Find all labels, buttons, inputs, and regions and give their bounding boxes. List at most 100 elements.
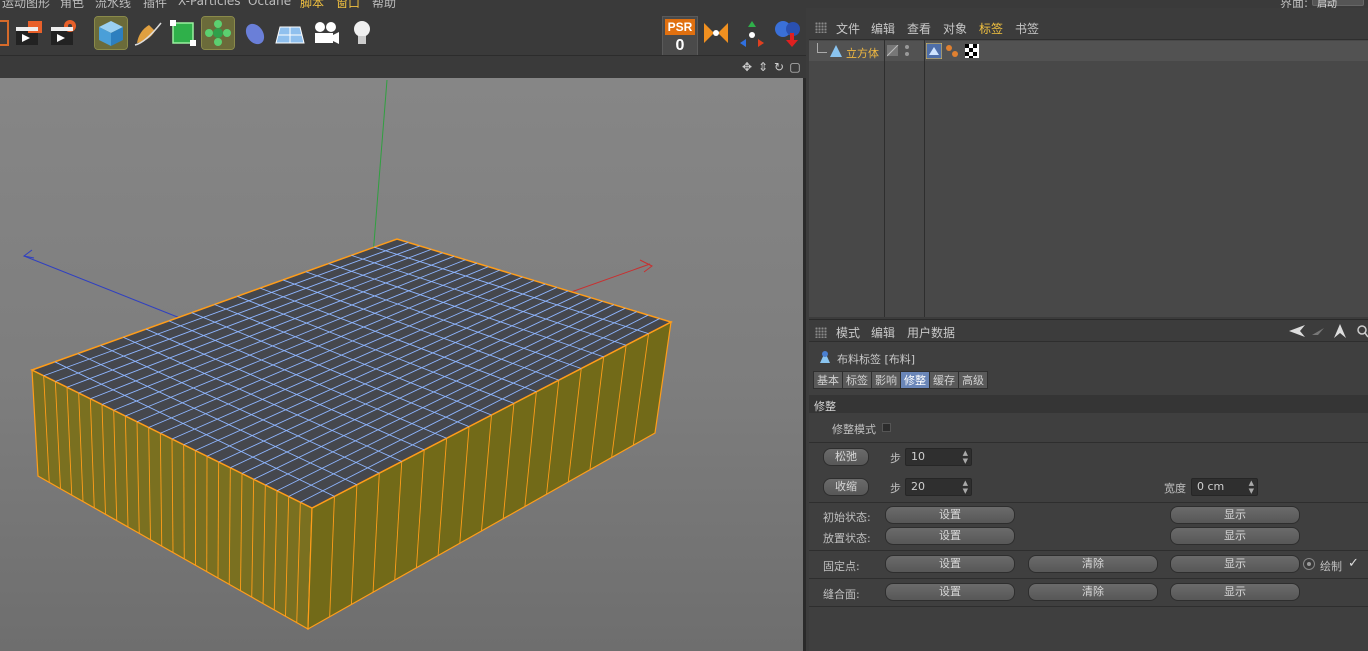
viewport-header: ✥ ⇕ ↻ ▢ bbox=[0, 55, 806, 78]
om-menu-view[interactable]: 查看 bbox=[907, 20, 931, 37]
attribute-tabs: 基本 标签 影响 修整 缓存 高级 bbox=[813, 371, 988, 389]
spinner-icon[interactable]: ▲ ▼ bbox=[963, 479, 968, 495]
object-manager-menu: 文件 编辑 查看 对象 标签 书签 bbox=[809, 15, 1368, 40]
seam-clear-button[interactable]: 清除 bbox=[1028, 583, 1158, 601]
subdivision-icon[interactable] bbox=[167, 17, 199, 49]
menu-mograph[interactable]: 运动图形 bbox=[2, 0, 50, 8]
relax-button[interactable]: 松弛 bbox=[823, 448, 869, 466]
side-edge-line bbox=[183, 444, 185, 559]
snap-icon[interactable] bbox=[700, 17, 732, 49]
x-axis bbox=[559, 263, 651, 297]
tab-influence[interactable]: 影响 bbox=[871, 371, 901, 389]
floor-icon[interactable] bbox=[274, 17, 306, 49]
viewport-3d[interactable] bbox=[0, 78, 806, 651]
menu-plugins[interactable]: 插件 bbox=[143, 0, 167, 8]
tab-basic[interactable]: 基本 bbox=[813, 371, 843, 389]
maximize-icon[interactable]: ▢ bbox=[788, 60, 802, 74]
render-view-icon[interactable] bbox=[12, 17, 44, 49]
dress-state-show-button[interactable]: 显示 bbox=[1170, 527, 1300, 545]
quantize-icon[interactable] bbox=[736, 17, 768, 49]
toolbar: PSR 0 bbox=[0, 8, 806, 57]
seam-polys-label: 缝合面: bbox=[823, 588, 860, 601]
init-state-label: 初始状态: bbox=[823, 511, 871, 524]
init-state-show-button[interactable]: 显示 bbox=[1170, 506, 1300, 524]
layout-label: 界面: bbox=[1280, 0, 1309, 8]
fix-points-set-button[interactable]: 设置 bbox=[885, 555, 1015, 573]
fix-points-show-button[interactable]: 显示 bbox=[1170, 555, 1300, 573]
object-manager: 文件 编辑 查看 对象 标签 书签 立方体 bbox=[809, 15, 1368, 317]
spinner-icon[interactable]: ▲ ▼ bbox=[963, 449, 968, 465]
section-header: 修整 bbox=[809, 395, 1368, 413]
forward-arrow-icon[interactable] bbox=[1310, 324, 1326, 338]
tab-dresser[interactable]: 修整 bbox=[900, 371, 930, 389]
om-menu-edit[interactable]: 编辑 bbox=[871, 20, 895, 37]
shrink-steps-input[interactable]: 20 ▲ ▼ bbox=[905, 478, 972, 496]
material-icon[interactable] bbox=[771, 17, 803, 49]
fix-points-label: 固定点: bbox=[823, 560, 860, 573]
cloth-tag-icon bbox=[820, 351, 830, 363]
width-label: 宽度 bbox=[1164, 482, 1186, 495]
menu-octane[interactable]: Octane bbox=[248, 0, 291, 8]
flags-column bbox=[885, 40, 925, 317]
name-column bbox=[809, 40, 885, 317]
back-arrow-icon[interactable] bbox=[1289, 324, 1309, 338]
om-menu-objects[interactable]: 对象 bbox=[943, 20, 967, 37]
shrink-steps-label: 步 bbox=[890, 482, 901, 495]
menu-script[interactable]: 脚本 bbox=[300, 0, 324, 8]
fix-points-clear-button[interactable]: 清除 bbox=[1028, 555, 1158, 573]
spinner-icon[interactable]: ▲ ▼ bbox=[1249, 479, 1254, 495]
panel-grip-icon[interactable] bbox=[815, 327, 827, 338]
menu-xparticles[interactable]: X-Particles bbox=[178, 0, 241, 8]
tab-expert[interactable]: 高级 bbox=[958, 371, 988, 389]
am-menu-mode[interactable]: 模式 bbox=[836, 324, 860, 341]
camera-icon[interactable] bbox=[310, 17, 342, 49]
draw-radio[interactable] bbox=[1303, 558, 1315, 570]
psr-label: PSR bbox=[665, 19, 695, 35]
pen-icon[interactable] bbox=[131, 17, 163, 49]
tab-cache[interactable]: 缓存 bbox=[929, 371, 959, 389]
am-menu-edit[interactable]: 编辑 bbox=[871, 324, 895, 341]
draw-check-icon[interactable]: ✓ bbox=[1348, 556, 1359, 571]
deformer-icon[interactable] bbox=[239, 17, 271, 49]
rotate-icon[interactable]: ↻ bbox=[772, 60, 786, 74]
dress-mode-checkbox[interactable] bbox=[882, 423, 891, 432]
am-menu-userdata[interactable]: 用户数据 bbox=[907, 324, 955, 341]
tab-tag[interactable]: 标签 bbox=[842, 371, 872, 389]
shrink-steps-value: 20 bbox=[911, 480, 925, 493]
relax-steps-input[interactable]: 10 ▲ ▼ bbox=[905, 448, 972, 466]
relax-steps-label: 步 bbox=[890, 452, 901, 465]
width-input[interactable]: 0 cm ▲ ▼ bbox=[1191, 478, 1258, 496]
om-menu-file[interactable]: 文件 bbox=[836, 20, 860, 37]
light-icon[interactable] bbox=[346, 17, 378, 49]
zoom-icon[interactable]: ⇕ bbox=[756, 60, 770, 74]
psr-counter[interactable]: PSR 0 bbox=[662, 16, 698, 57]
search-icon[interactable] bbox=[1355, 323, 1368, 339]
menu-pipeline[interactable]: 流水线 bbox=[95, 0, 131, 8]
texture-tag-icon[interactable] bbox=[965, 44, 979, 58]
phong-tag-icon[interactable] bbox=[945, 44, 959, 58]
up-arrow-icon[interactable] bbox=[1333, 323, 1347, 339]
seam-set-button[interactable]: 设置 bbox=[885, 583, 1015, 601]
shrink-button[interactable]: 收缩 bbox=[823, 478, 869, 496]
seam-show-button[interactable]: 显示 bbox=[1170, 583, 1300, 601]
move-icon[interactable]: ✥ bbox=[740, 60, 754, 74]
cube-icon[interactable] bbox=[94, 16, 128, 50]
render-settings-icon[interactable] bbox=[47, 17, 79, 49]
attribute-title-text: 布料标签 [布料] bbox=[837, 353, 916, 366]
attribute-manager: 模式 编辑 用户数据 布料标签 [布料] 基本 标签 影响 修整 缓存 高级 修… bbox=[809, 319, 1368, 651]
panel-grip-icon[interactable] bbox=[815, 22, 827, 33]
dress-mode-label: 修整模式 bbox=[832, 423, 876, 436]
om-menu-tags[interactable]: 标签 bbox=[979, 20, 1003, 37]
menu-bar: 运动图形 角色 流水线 插件 X-Particles Octane 脚本 窗口 … bbox=[0, 0, 1368, 8]
menu-help[interactable]: 帮助 bbox=[372, 0, 396, 8]
cloth-tag-icon[interactable] bbox=[926, 43, 942, 59]
menu-character[interactable]: 角色 bbox=[60, 0, 84, 8]
om-menu-bookmarks[interactable]: 书签 bbox=[1015, 20, 1039, 37]
layout-select[interactable]: 启动 bbox=[1312, 0, 1364, 8]
cloner-icon[interactable] bbox=[201, 16, 235, 50]
draw-label: 绘制 bbox=[1320, 560, 1342, 573]
dress-state-set-button[interactable]: 设置 bbox=[885, 527, 1015, 545]
menu-window[interactable]: 窗口 bbox=[336, 0, 360, 8]
psr-value: 0 bbox=[675, 37, 685, 54]
init-state-set-button[interactable]: 设置 bbox=[885, 506, 1015, 524]
